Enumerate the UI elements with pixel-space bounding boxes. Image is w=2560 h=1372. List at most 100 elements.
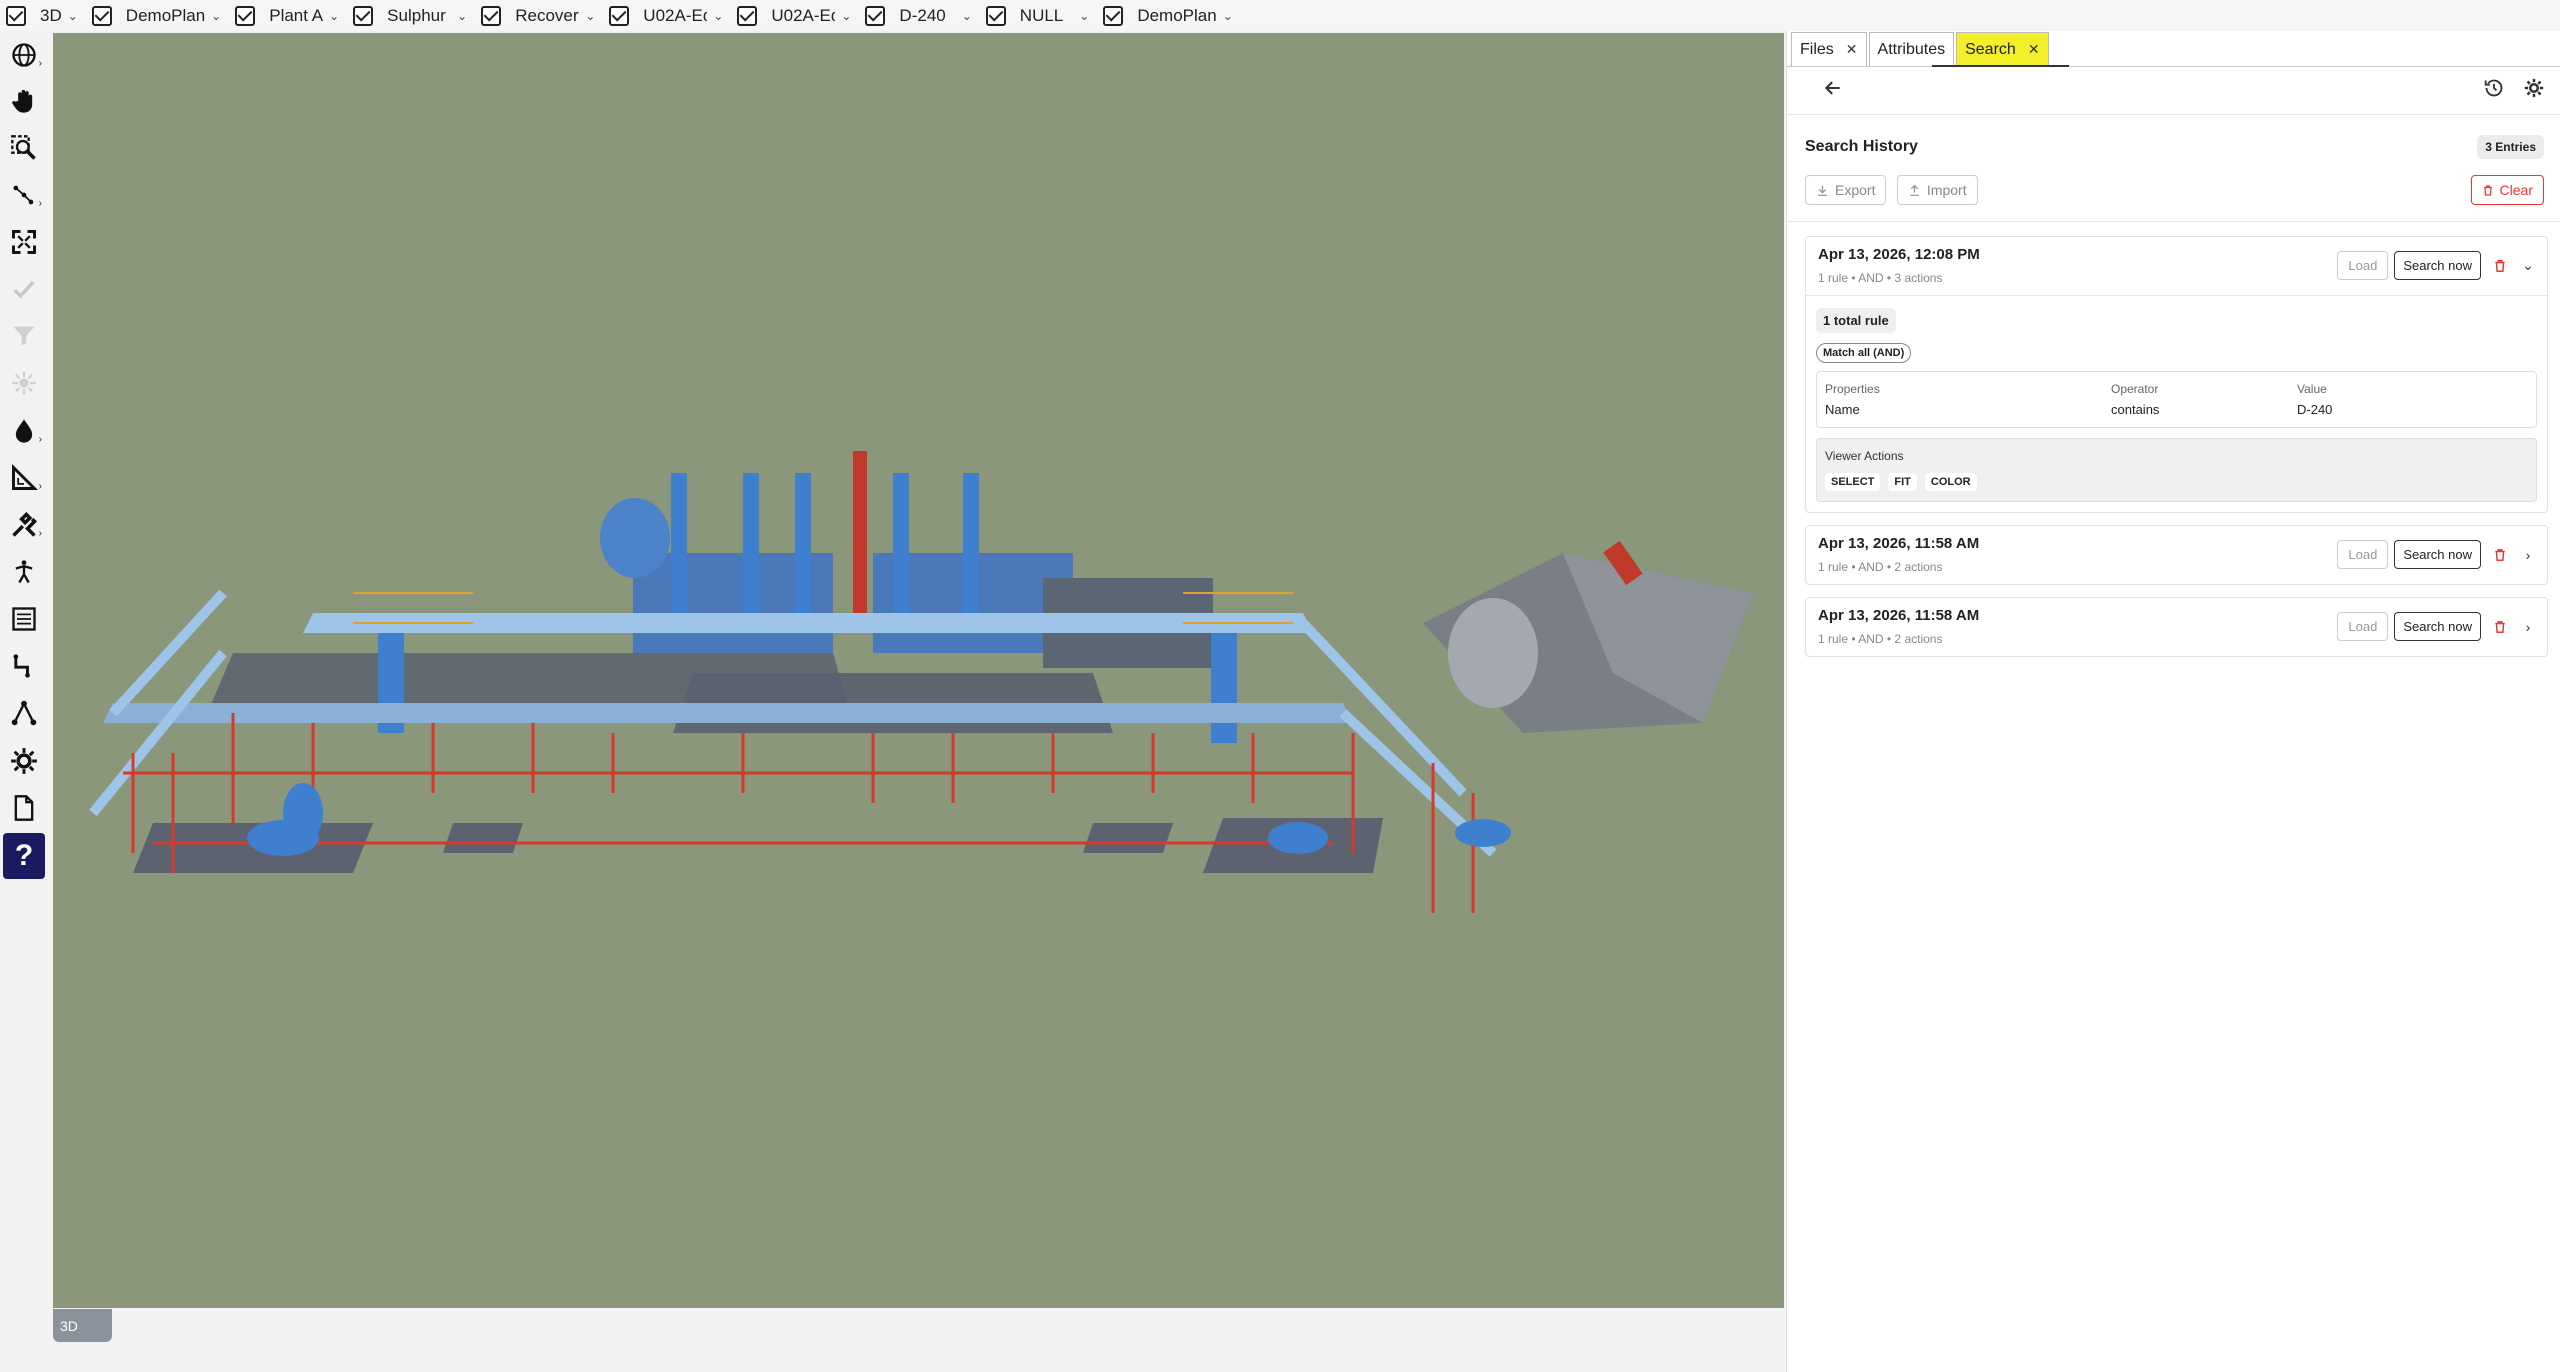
chevron-down-icon[interactable]: ⌄ (68, 9, 78, 23)
breadcrumb-item[interactable]: NULL ⌄ (985, 5, 1089, 26)
visibility-checkbox[interactable] (481, 5, 502, 26)
tools-icon[interactable]: › (4, 505, 44, 545)
viewer-actions-title: Viewer Actions (1825, 449, 1904, 463)
history-entry[interactable]: Apr 13, 2026, 11:58 AM 1 rule • AND • 2 … (1805, 525, 2548, 585)
chevron-down-icon[interactable]: ⌄ (713, 9, 723, 23)
upload-icon (1910, 184, 1919, 196)
panel-tabs: Files ✕ Attributes Search ✕ (1787, 31, 2560, 67)
chevron-down-icon[interactable]: ⌄ (2519, 257, 2537, 274)
tab-files[interactable]: Files ✕ (1791, 32, 1867, 66)
trash-icon (2483, 184, 2492, 196)
chevron-down-icon[interactable]: ⌄ (1079, 9, 1089, 23)
entry-header[interactable]: Apr 13, 2026, 12:08 PM 1 rule • AND • 3 … (1806, 237, 2547, 295)
breadcrumb-item[interactable]: D-240 ⌄ (865, 5, 972, 26)
import-button[interactable]: Import (1896, 175, 1978, 205)
load-button[interactable]: Load (2337, 251, 2389, 280)
visibility-checkbox[interactable] (609, 5, 630, 26)
plant-model-render[interactable] (53, 33, 1784, 1308)
action-chip: SELECT (1825, 473, 1881, 491)
history-entry[interactable]: Apr 13, 2026, 11:58 AM 1 rule • AND • 2 … (1805, 597, 2548, 657)
chevron-down-icon[interactable]: ⌄ (841, 9, 851, 23)
close-icon[interactable]: ✕ (2028, 41, 2040, 58)
rule-property: Name (1825, 402, 1860, 417)
chevron-down-icon[interactable]: ⌄ (329, 9, 339, 23)
trash-icon[interactable] (2493, 619, 2507, 635)
entry-date: Apr 13, 2026, 12:08 PM (1818, 246, 1980, 263)
breadcrumb-item[interactable]: Sulphur R⌄ (353, 5, 467, 26)
chevron-right-icon[interactable]: › (2519, 619, 2537, 635)
connect-icon[interactable] (4, 646, 44, 686)
zoom-region-icon[interactable] (4, 128, 44, 168)
trash-icon[interactable] (2493, 547, 2507, 563)
viewer-actions-card: Viewer Actions SELECT FIT COLOR (1816, 438, 2537, 502)
gear-icon[interactable] (2524, 78, 2544, 103)
explode-icon[interactable] (4, 363, 44, 403)
history-icon[interactable] (2484, 78, 2504, 103)
entry-header[interactable]: Apr 13, 2026, 11:58 AM 1 rule • AND • 2 … (1806, 598, 2547, 656)
visibility-checkbox[interactable] (235, 5, 256, 26)
list-icon[interactable] (4, 599, 44, 639)
back-arrow-icon[interactable] (1823, 78, 1843, 103)
settings-icon[interactable] (4, 741, 44, 781)
chevron-down-icon[interactable]: ⌄ (962, 9, 972, 23)
match-mode-badge: Match all (AND) (1816, 343, 1912, 363)
walk-icon[interactable] (4, 552, 44, 592)
chevron-down-icon[interactable]: ⌄ (211, 9, 221, 23)
load-button[interactable]: Load (2337, 612, 2389, 641)
clear-button[interactable]: Clear (2470, 175, 2544, 205)
fit-screen-icon[interactable] (4, 222, 44, 262)
graph-icon[interactable] (4, 693, 44, 733)
tab-attributes[interactable]: Attributes (1868, 32, 1955, 66)
visibility-checkbox[interactable] (985, 5, 1006, 26)
trash-icon[interactable] (2493, 258, 2507, 274)
history-entry[interactable]: Apr 13, 2026, 12:08 PM 1 rule • AND • 3 … (1805, 236, 2548, 513)
panel-header (1787, 67, 2560, 115)
measure-icon[interactable]: › (4, 458, 44, 498)
search-now-button[interactable]: Search now (2394, 612, 2481, 641)
drop-icon[interactable]: › (4, 411, 44, 451)
chevron-down-icon[interactable]: ⌄ (1223, 9, 1233, 23)
entry-date: Apr 13, 2026, 11:58 AM (1818, 535, 1980, 552)
document-icon[interactable] (4, 788, 44, 828)
breadcrumb-item[interactable]: DemoPlan ⌄ (91, 5, 221, 26)
visibility-checkbox[interactable] (91, 5, 112, 26)
export-button[interactable]: Export (1805, 175, 1887, 205)
chevron-right-icon[interactable]: › (2519, 547, 2537, 563)
tab-search[interactable]: Search ✕ (1956, 32, 2049, 66)
filter-icon[interactable] (4, 316, 44, 356)
help-icon[interactable]: ? (3, 833, 45, 879)
side-panel: Files ✕ Attributes Search ✕ Search History… (1786, 31, 2560, 1372)
3d-viewport[interactable] (53, 33, 1784, 1308)
visibility-checkbox[interactable] (865, 5, 886, 26)
hand-icon[interactable] (4, 81, 44, 121)
visibility-checkbox[interactable] (6, 5, 26, 26)
breadcrumb-item[interactable]: Plant A ⌄ (235, 5, 339, 26)
load-button[interactable]: Load (2337, 540, 2389, 569)
total-rules-badge: 1 total rule (1816, 308, 1896, 333)
breadcrumb-item[interactable]: U02A-Equi⌄ (609, 5, 723, 26)
chevron-down-icon[interactable]: ⌄ (585, 9, 595, 23)
breadcrumb-item[interactable]: 3D ⌄ (6, 5, 78, 26)
breadcrumb-bar: 3D⌄ DemoPlan⌄ Plant A⌄ Sulphur R⌄ Recove… (0, 0, 2560, 31)
entry-header[interactable]: Apr 13, 2026, 11:58 AM 1 rule • AND • 2 … (1806, 526, 2547, 584)
rule-card: Properties Name Operator contains Value … (1816, 371, 2537, 428)
viewer-tab-3d[interactable]: 3D (53, 1309, 112, 1342)
visibility-checkbox[interactable] (737, 5, 758, 26)
action-chip: FIT (1888, 473, 1917, 491)
rule-property-header: Properties (1825, 382, 1880, 396)
close-icon[interactable]: ✕ (1846, 41, 1858, 58)
visibility-checkbox[interactable] (353, 5, 374, 26)
check-icon[interactable] (4, 269, 44, 309)
visibility-checkbox[interactable] (1103, 5, 1124, 26)
rule-value: D-240 (2297, 402, 2333, 417)
breadcrumb-item[interactable]: Recovery S⌄ (481, 5, 595, 26)
search-now-button[interactable]: Search now (2394, 540, 2481, 569)
globe-icon[interactable]: › (4, 35, 44, 75)
active-tab-indicator (1932, 65, 2069, 67)
entry-details: 1 total rule Match all (AND) Properties … (1806, 295, 2547, 512)
breadcrumb-item[interactable]: DemoPlan ⌄ (1103, 5, 1233, 26)
breadcrumb-item[interactable]: U02A-Equ⌄ (737, 5, 851, 26)
chevron-down-icon[interactable]: ⌄ (457, 9, 467, 23)
search-now-button[interactable]: Search now (2394, 251, 2481, 280)
nodes-icon[interactable]: › (4, 175, 44, 215)
